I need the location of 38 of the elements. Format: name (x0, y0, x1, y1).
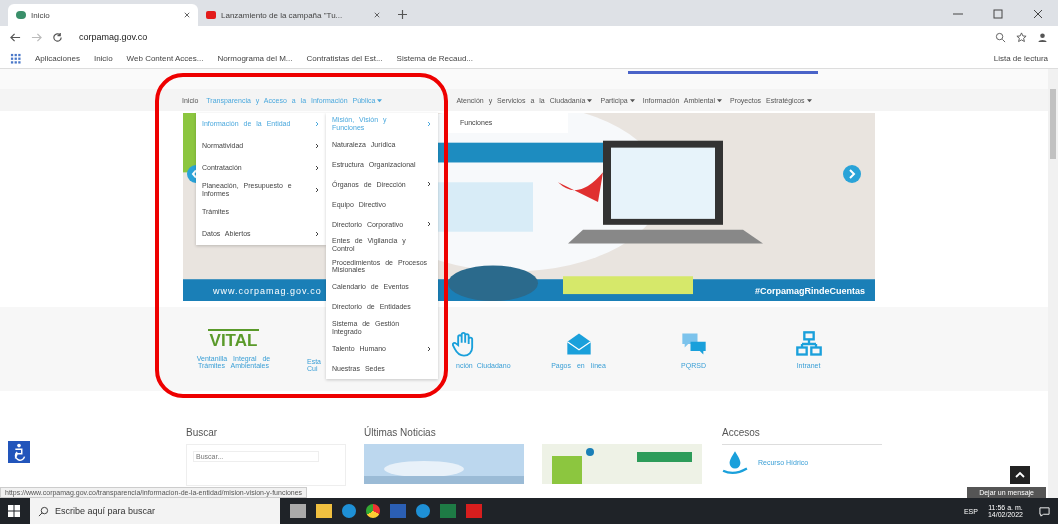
bookmark-link[interactable]: Normograma del M... (217, 53, 293, 63)
scroll-top-button[interactable] (1010, 466, 1030, 484)
search-icon (38, 505, 49, 517)
close-tab-icon[interactable] (374, 12, 380, 18)
section-title: Buscar (186, 427, 219, 438)
site-favicon-icon (206, 11, 216, 19)
bookmark-link[interactable]: Inicio (93, 53, 113, 63)
back-arrow-icon[interactable] (10, 31, 21, 43)
bookmark-link[interactable]: Web Content Acces... (126, 53, 204, 63)
site-favicon-icon (16, 11, 26, 19)
apps-icon[interactable] (10, 52, 21, 64)
profile-icon[interactable] (1037, 31, 1048, 43)
close-tab-icon[interactable] (184, 12, 190, 18)
reading-list-button[interactable]: Lista de lectura (993, 53, 1048, 63)
network-icon[interactable] (794, 329, 823, 358)
banner-hashtag: #CorpamagRindeCuentas (754, 286, 865, 296)
water-drop-icon (722, 449, 748, 475)
address-field[interactable]: corpamag.gov.co (73, 32, 148, 42)
browser-tab[interactable]: Inicio (8, 4, 198, 26)
bookmark-link[interactable]: Contratistas del Est... (306, 53, 383, 63)
star-icon[interactable] (1016, 31, 1027, 43)
maximize-icon[interactable] (993, 9, 1003, 19)
next-slide-button[interactable] (843, 165, 861, 183)
section-title: Accesos (722, 427, 761, 438)
bookmark-link[interactable]: Sistema de Recaud... (396, 53, 474, 63)
search-icon[interactable] (995, 31, 1006, 43)
new-tab-icon[interactable] (398, 10, 407, 19)
close-icon[interactable] (1033, 9, 1043, 19)
bookmark-link[interactable]: Aplicaciones (35, 53, 80, 63)
taskbar-search-field[interactable]: Escribe aquí para buscar (30, 498, 280, 524)
previous-slide-button[interactable] (187, 165, 196, 183)
windows-start-icon[interactable] (8, 505, 20, 517)
reload-icon[interactable] (52, 31, 63, 43)
notification-icon[interactable] (1039, 505, 1050, 517)
accessibility-icon[interactable] (8, 441, 30, 463)
banner-website: www.corpamag.gov.co (213, 286, 322, 296)
browser-tab[interactable]: Lanzamiento de la campaña "Tu... (198, 4, 388, 26)
section-title: Últimas Noticias (364, 427, 437, 438)
